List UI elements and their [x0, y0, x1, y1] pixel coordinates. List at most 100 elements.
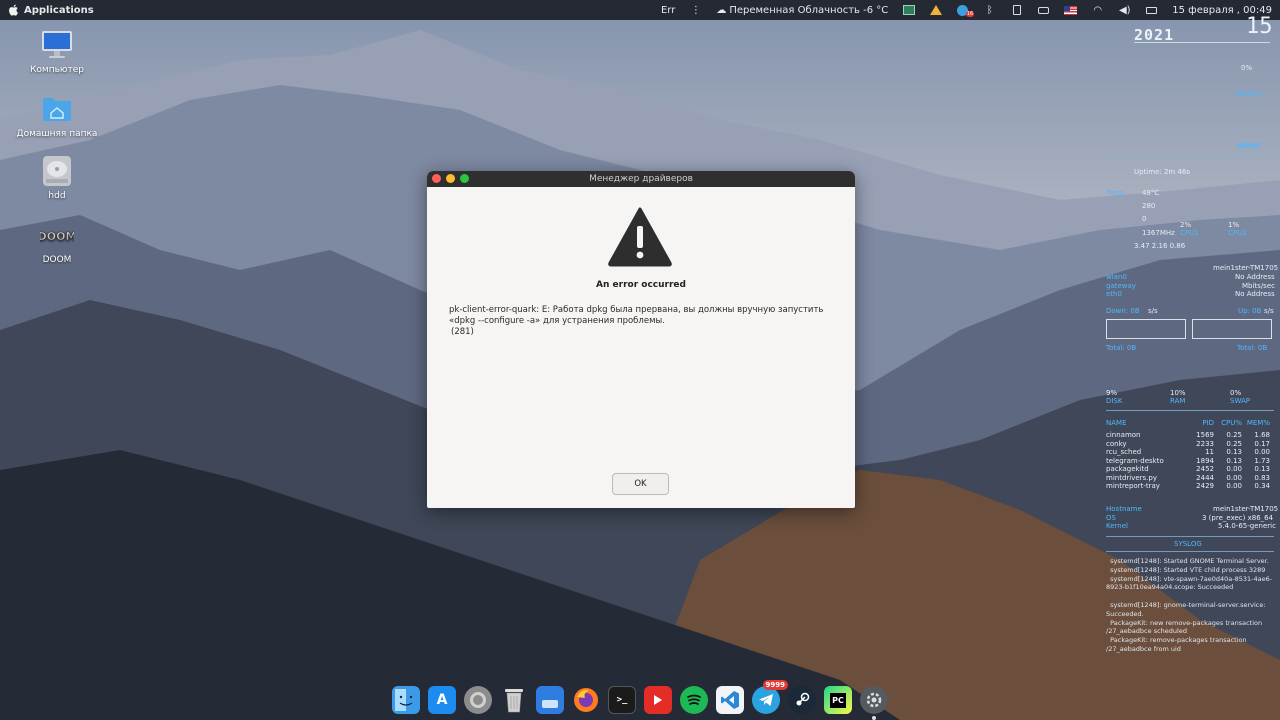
vpn-icon[interactable] — [929, 4, 942, 16]
conky-up-graph — [1192, 319, 1272, 339]
dock-pycharm[interactable]: PC — [824, 686, 852, 714]
process-row: cinnamon 1569 0.25 1.68 — [1106, 431, 1272, 439]
minimize-window-button[interactable] — [446, 174, 455, 183]
proc-pid: 2444 — [1196, 474, 1214, 482]
vscode-icon — [721, 691, 739, 709]
conky-down-unit: s/s — [1148, 307, 1158, 315]
telegram-unread-badge: 9999 — [762, 680, 788, 690]
proc-mem: 0.17 — [1254, 440, 1270, 448]
app-store-icon: A — [436, 692, 448, 708]
conky-rule — [1106, 410, 1274, 411]
proc-mem: 1.68 — [1254, 431, 1270, 439]
dock-terminal[interactable]: >_ — [608, 686, 636, 714]
dock-system-preferences[interactable] — [860, 686, 888, 720]
process-table-header: NAME PID CPU% MEM% — [1106, 419, 1272, 427]
conky-sys-value-1: 3 (pre_exec) x86_64 — [1202, 514, 1274, 522]
svg-text:DOOM: DOOM — [40, 230, 74, 243]
printer-icon[interactable] — [1037, 4, 1050, 16]
close-window-button[interactable] — [432, 174, 441, 183]
conky-sys-label-0: Hostname — [1106, 505, 1142, 513]
proc-pid: 11 — [1205, 448, 1214, 456]
error-code: (281) — [451, 327, 474, 337]
dock-vscode[interactable] — [716, 686, 744, 714]
youtube-icon — [654, 695, 662, 705]
conky-cpu1-label: CPU1 — [1180, 229, 1199, 237]
proc-name: mintdrivers.py — [1106, 474, 1157, 482]
dock-youtube[interactable] — [644, 686, 672, 714]
dock-finder[interactable] — [392, 686, 420, 714]
dock-firefox[interactable] — [572, 686, 600, 714]
conky-up-label: Up: 0B — [1238, 307, 1262, 315]
telegram-icon — [759, 694, 773, 706]
clipboard-icon[interactable] — [1010, 4, 1023, 16]
desktop-icon-home-folder[interactable]: Домашняя папка — [12, 92, 102, 139]
dock-telegram[interactable]: 9999 — [752, 680, 788, 714]
proc-cpu: 0.00 — [1226, 474, 1242, 482]
process-row: rcu_sched 11 0.13 0.00 — [1106, 448, 1272, 456]
conky-syslog-title: SYSLOG — [1174, 540, 1202, 548]
conky-sys-label-1: OS — [1106, 514, 1116, 522]
conky-home-label: HOME — [1237, 142, 1261, 150]
conky-net-label-1: gateway — [1106, 282, 1136, 290]
conky-cpu2-label: CPU2 — [1228, 229, 1247, 237]
proc-header-pid: PID — [1202, 419, 1214, 427]
proc-pid: 1569 — [1196, 431, 1214, 439]
conky-total-up: Total: 0B — [1237, 344, 1268, 352]
active-indicator — [872, 716, 876, 720]
applications-menu[interactable]: Applications — [0, 4, 94, 16]
warning-icon — [608, 207, 672, 267]
battery-icon[interactable] — [1145, 4, 1158, 16]
doom-icon: DOOM — [40, 218, 74, 252]
desktop-icon-label: DOOM — [42, 255, 72, 265]
desktop-icon-doom[interactable]: DOOM DOOM — [12, 218, 102, 265]
conky-swap-label: SWAP — [1230, 397, 1250, 405]
conky-sys-label-2: Kernel — [1106, 522, 1128, 530]
weather-applet[interactable]: ☁ Переменная Облачность -6 °C — [716, 5, 888, 16]
conky-rule — [1106, 536, 1274, 537]
process-row: packagekitd 2452 0.00 0.13 — [1106, 465, 1272, 473]
more-icon[interactable]: ⋮ — [689, 4, 702, 16]
dock-system-settings[interactable] — [464, 686, 492, 714]
keyboard-layout-us-icon[interactable] — [1064, 4, 1078, 16]
conky-stat2: 0 — [1142, 215, 1147, 223]
bluetooth-icon[interactable]: ᛒ — [983, 4, 996, 16]
proc-name: telegram-deskto — [1106, 457, 1164, 465]
maximize-window-button[interactable] — [460, 174, 469, 183]
ok-button[interactable]: OK — [612, 473, 669, 495]
conky-net-label-2: eth0 — [1106, 290, 1122, 298]
volume-icon[interactable]: ◀) — [1118, 4, 1131, 16]
telegram-icon[interactable]: 16 — [956, 4, 975, 17]
dock: A >_ 9999 PC — [340, 680, 940, 720]
conky-net-value-1: Mbits/sec — [1242, 282, 1275, 290]
gear-icon — [866, 692, 882, 708]
conky-disk-label: DISK — [1106, 397, 1123, 405]
proc-cpu: 0.00 — [1226, 482, 1242, 490]
proc-cpu: 0.13 — [1226, 448, 1242, 456]
drive-icon — [40, 154, 74, 188]
dock-steam[interactable] — [788, 686, 816, 714]
conky-swap-pct: 0% — [1230, 389, 1242, 397]
terminal-icon: >_ — [616, 695, 628, 705]
dock-files[interactable] — [536, 686, 564, 714]
conky-uptime: Uptime: 2m 46s — [1134, 168, 1191, 176]
desktop-icon-hdd[interactable]: hdd — [12, 154, 102, 201]
process-row: telegram-deskto 1894 0.13 1.73 — [1106, 457, 1272, 465]
steam-icon — [796, 692, 810, 706]
dialog-titlebar[interactable]: Менеджер драйверов — [427, 171, 855, 187]
conky-ram-label: RAM — [1170, 397, 1186, 405]
dock-app-store[interactable]: A — [428, 686, 456, 714]
desktop-icon-computer[interactable]: Компьютер — [12, 28, 102, 75]
conky-rule — [1106, 154, 1274, 155]
home-folder-icon — [40, 92, 74, 126]
conky-net-value-0: No Address — [1235, 273, 1275, 281]
conky-percent: 0% — [1241, 64, 1253, 72]
cloud-icon: ☁ — [716, 4, 727, 16]
err-indicator[interactable]: Err — [661, 5, 675, 16]
telegram-tray-badge: 16 — [965, 11, 975, 17]
dock-trash[interactable] — [500, 686, 528, 714]
firefox-icon — [574, 688, 598, 712]
proc-name: conky — [1106, 440, 1127, 448]
display-icon[interactable] — [902, 4, 915, 16]
dock-spotify[interactable] — [680, 686, 708, 714]
wifi-icon[interactable]: ◠ — [1091, 4, 1104, 16]
